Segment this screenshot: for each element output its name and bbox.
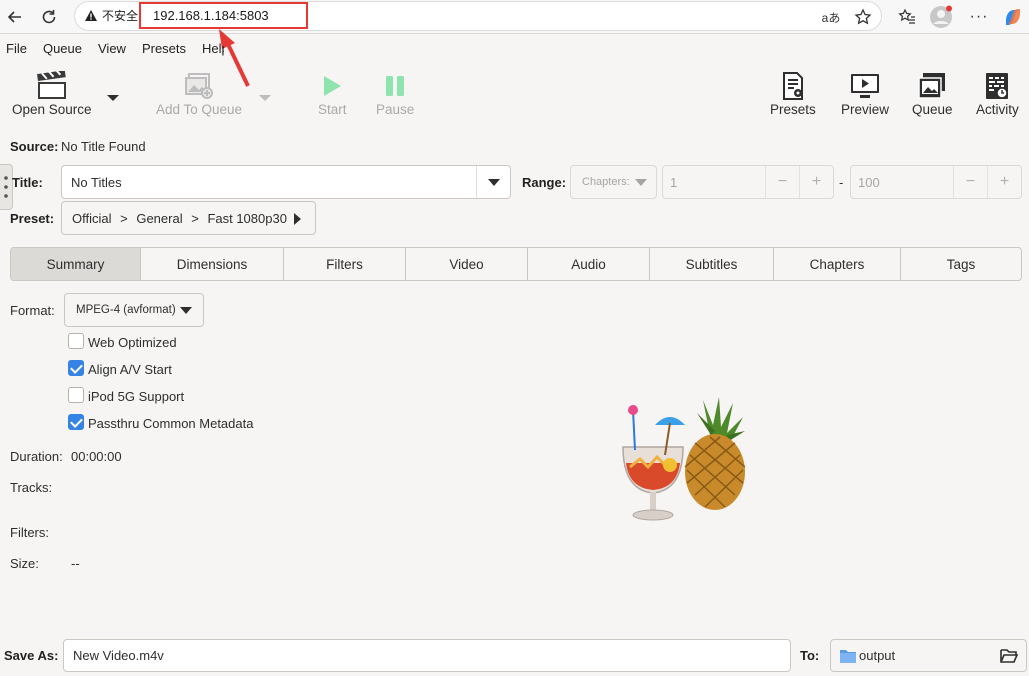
passthru-metadata-checkbox[interactable] xyxy=(68,414,84,430)
title-combobox[interactable]: No Titles xyxy=(61,165,511,199)
title-value: No Titles xyxy=(71,175,122,190)
title-label: Title: xyxy=(12,175,43,190)
caret-down-icon xyxy=(487,178,500,186)
tracks-label: Tracks: xyxy=(10,480,53,495)
add-queue-dropdown[interactable] xyxy=(258,90,272,105)
activity-button[interactable]: Activity xyxy=(976,70,1019,117)
preset-label: Preset: xyxy=(10,211,55,226)
menu-presets[interactable]: Presets xyxy=(142,41,186,56)
tab-audio[interactable]: Audio xyxy=(528,248,650,280)
source-value: No Title Found xyxy=(61,139,146,154)
tab-filters[interactable]: Filters xyxy=(284,248,406,280)
tab-dimensions[interactable]: Dimensions xyxy=(141,248,284,280)
url-text[interactable]: 192.168.1.184:5803 xyxy=(139,2,308,29)
open-source-button[interactable]: Open Source xyxy=(12,70,92,117)
menu-file[interactable]: File xyxy=(6,41,27,56)
folder-open-icon xyxy=(1000,649,1018,663)
range-start-decrement[interactable]: − xyxy=(765,166,799,198)
size-label: Size: xyxy=(10,556,39,571)
pause-icon xyxy=(383,70,407,102)
tab-subtitles[interactable]: Subtitles xyxy=(650,248,774,280)
translate-icon[interactable]: aあ xyxy=(818,4,844,30)
web-optimized-label: Web Optimized xyxy=(88,335,177,350)
start-button[interactable]: Start xyxy=(318,70,347,117)
caret-down-icon xyxy=(259,95,271,101)
preview-button[interactable]: Preview xyxy=(841,70,889,117)
reload-icon[interactable] xyxy=(36,4,62,30)
security-warning[interactable]: 不安全 xyxy=(84,7,138,24)
handbrake-logo xyxy=(622,397,746,521)
drag-handle-icon xyxy=(4,176,8,198)
play-icon xyxy=(320,70,344,102)
presets-document-icon xyxy=(779,70,807,102)
menu-view[interactable]: View xyxy=(98,41,126,56)
range-end-increment[interactable]: + xyxy=(987,166,1021,198)
format-label: Format: xyxy=(10,303,55,318)
range-label: Range: xyxy=(522,175,567,190)
filters-label: Filters: xyxy=(10,525,49,540)
open-source-dropdown[interactable] xyxy=(106,90,120,105)
caret-down-icon xyxy=(180,307,192,314)
settings-tabs: Summary Dimensions Filters Video Audio S… xyxy=(10,247,1022,281)
clapperboard-icon xyxy=(35,70,69,102)
save-as-input[interactable]: New Video.m4v xyxy=(63,639,791,672)
add-image-icon xyxy=(183,70,215,102)
caret-down-icon xyxy=(635,179,647,186)
size-value: -- xyxy=(71,556,80,571)
tab-summary[interactable]: Summary xyxy=(11,248,141,280)
warning-icon xyxy=(85,9,97,21)
tab-tags[interactable]: Tags xyxy=(901,248,1021,280)
range-start-spinbox[interactable]: 1 − + xyxy=(662,165,834,199)
destination-label: To: xyxy=(800,648,820,663)
pause-button[interactable]: Pause xyxy=(376,70,414,117)
preset-path-name: Fast 1080p30 xyxy=(207,211,287,226)
passthru-metadata-label: Passthru Common Metadata xyxy=(88,416,254,431)
queue-stack-icon xyxy=(916,70,948,102)
queue-button[interactable]: Queue xyxy=(912,70,953,117)
ipod-5g-support-label: iPod 5G Support xyxy=(88,389,185,404)
menu-queue[interactable]: Queue xyxy=(43,41,82,56)
activity-log-icon xyxy=(983,70,1011,102)
caret-right-icon xyxy=(294,213,301,225)
preset-selector[interactable]: Official > General > Fast 1080p30 xyxy=(61,201,316,235)
range-end-decrement[interactable]: − xyxy=(953,166,987,198)
ipod-5g-support-checkbox[interactable] xyxy=(68,387,84,403)
duration-label: Duration: xyxy=(10,449,63,464)
tab-chapters[interactable]: Chapters xyxy=(774,248,901,280)
range-separator: - xyxy=(839,175,844,190)
align-av-start-checkbox[interactable] xyxy=(68,360,84,376)
caret-down-icon xyxy=(107,95,119,101)
add-to-queue-button[interactable]: Add To Queue xyxy=(156,70,242,117)
title-dropdown-button[interactable] xyxy=(476,166,510,198)
source-label: Source: xyxy=(10,139,59,154)
copilot-icon[interactable] xyxy=(1000,4,1026,30)
duration-value: 00:00:00 xyxy=(71,449,122,464)
save-as-label: Save As: xyxy=(4,648,59,663)
range-start-increment[interactable]: + xyxy=(799,166,833,198)
format-select[interactable]: MPEG-4 (avformat) xyxy=(64,293,204,327)
presets-button[interactable]: Presets xyxy=(770,70,816,117)
tab-video[interactable]: Video xyxy=(406,248,528,280)
preset-path-official: Official xyxy=(72,211,112,226)
menu-bar: File Queue View Presets Help xyxy=(0,35,1029,61)
monitor-play-icon xyxy=(849,70,881,102)
range-end-spinbox[interactable]: 100 − + xyxy=(850,165,1022,199)
range-mode-select[interactable]: Chapters: xyxy=(570,165,657,199)
favorite-star-icon[interactable] xyxy=(850,4,876,30)
favorites-list-icon[interactable] xyxy=(894,4,920,30)
profile-avatar[interactable] xyxy=(928,4,954,30)
destination-folder-button[interactable]: output xyxy=(830,639,1027,672)
back-icon[interactable] xyxy=(2,4,28,30)
align-av-start-label: Align A/V Start xyxy=(88,362,172,377)
menu-help[interactable]: Help xyxy=(202,41,224,56)
folder-icon xyxy=(840,650,856,663)
more-menu-icon[interactable]: ··· xyxy=(966,4,992,30)
web-optimized-checkbox[interactable] xyxy=(68,333,84,349)
browser-toolbar: 不安全 192.168.1.184:5803 aあ ··· xyxy=(0,0,1029,34)
preset-path-general: General xyxy=(136,211,183,226)
